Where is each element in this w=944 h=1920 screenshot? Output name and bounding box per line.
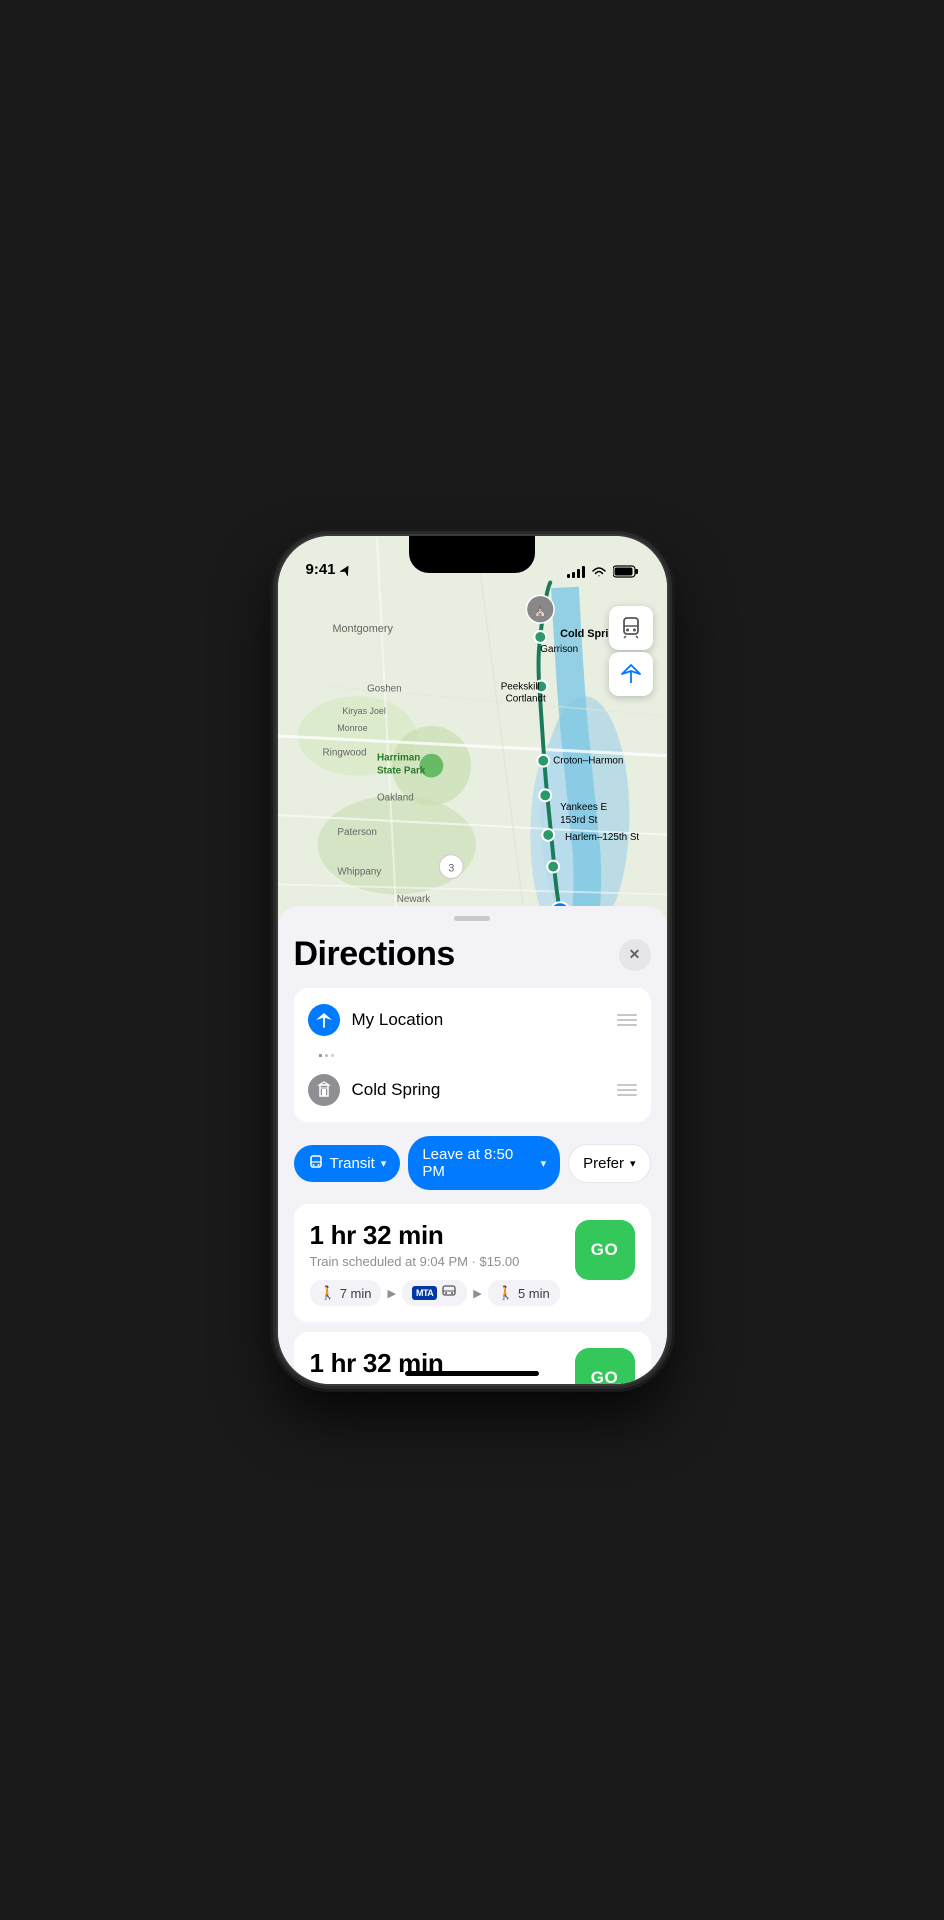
route-2-detail: Train scheduled at 9:47 PM · $15.00: [310, 1382, 520, 1384]
svg-text:Goshen: Goshen: [367, 683, 402, 694]
route-connector: [294, 1048, 651, 1062]
destination-icon: [308, 1074, 340, 1106]
route-card-2-top: 1 hr 32 min Train scheduled at 9:47 PM ·…: [310, 1348, 635, 1384]
sheet-header: Directions ✕: [294, 935, 651, 974]
svg-text:Oakland: Oakland: [376, 792, 413, 803]
train-step: MTA: [402, 1280, 467, 1306]
prefer-label: Prefer: [583, 1155, 624, 1172]
bottom-sheet: Directions ✕ My Location: [278, 906, 667, 1384]
svg-text:153rd St: 153rd St: [560, 815, 598, 826]
transit-chevron-icon: ▾: [381, 1157, 387, 1170]
svg-text:Yankees E: Yankees E: [560, 802, 607, 813]
location-arrow-icon: [620, 663, 642, 685]
battery-icon: [613, 565, 639, 578]
transit-mode-icon: [308, 1155, 324, 1171]
route-card-1-left: 1 hr 32 min Train scheduled at 9:04 PM ·…: [310, 1220, 520, 1279]
prefer-button[interactable]: Prefer ▾: [568, 1144, 650, 1183]
svg-text:State Park: State Park: [376, 766, 425, 777]
route-input-box: My Location: [294, 988, 651, 1122]
svg-text:Harriman: Harriman: [376, 753, 419, 764]
destination-handle[interactable]: [617, 1084, 637, 1096]
origin-label: My Location: [352, 1010, 605, 1030]
go-button-1[interactable]: GO: [575, 1220, 635, 1280]
mta-logo: MTA: [412, 1286, 437, 1300]
my-location-button[interactable]: [609, 652, 653, 696]
location-arrow-filled-icon: [315, 1011, 333, 1029]
signal-icon: [567, 566, 585, 578]
svg-text:Peekskill: Peekskill: [500, 681, 539, 692]
svg-text:3: 3: [448, 863, 454, 875]
destination-label: Cold Spring: [352, 1080, 605, 1100]
map-area[interactable]: Montgomery Goshen Ringwood Oakland Pater…: [278, 536, 667, 926]
route-card-2-left: 1 hr 32 min Train scheduled at 9:47 PM ·…: [310, 1348, 520, 1384]
departure-time-label: Leave at 8:50 PM: [422, 1146, 534, 1180]
transit-mode-label: Transit: [330, 1155, 375, 1172]
map-overlay-buttons: [609, 606, 653, 696]
route-card-1-top: 1 hr 32 min Train scheduled at 9:04 PM ·…: [310, 1220, 635, 1280]
route-1-duration: 1 hr 32 min: [310, 1220, 520, 1251]
wifi-icon: [591, 566, 607, 578]
directions-title: Directions: [294, 935, 455, 974]
svg-text:Paterson: Paterson: [337, 827, 377, 838]
go-button-2[interactable]: GO: [575, 1348, 635, 1384]
departure-time-button[interactable]: Leave at 8:50 PM ▾: [408, 1136, 560, 1190]
walk-step-1: 🚶 7 min: [310, 1280, 382, 1306]
step-arrow-2: ▶: [473, 1287, 481, 1300]
destination-row[interactable]: Cold Spring: [294, 1062, 651, 1118]
transit-mode-button[interactable]: Transit ▾: [294, 1145, 401, 1182]
svg-text:Garrison: Garrison: [540, 644, 578, 655]
svg-text:Kiryas Joel: Kiryas Joel: [342, 706, 386, 716]
time-label: 9:41: [306, 561, 336, 578]
svg-text:Montgomery: Montgomery: [332, 623, 393, 635]
svg-text:Cortlandt: Cortlandt: [505, 693, 545, 704]
train-icon: [619, 616, 643, 640]
notch: [409, 536, 535, 573]
status-right-icons: [567, 565, 639, 578]
close-button[interactable]: ✕: [619, 939, 651, 971]
svg-text:Whippany: Whippany: [337, 867, 381, 878]
svg-text:Newark: Newark: [396, 894, 430, 905]
route-card-1[interactable]: 1 hr 32 min Train scheduled at 9:04 PM ·…: [294, 1204, 651, 1322]
time-chevron-icon: ▾: [541, 1157, 547, 1170]
phone-frame: 9:41: [276, 534, 669, 1386]
svg-text:Croton–Harmon: Croton–Harmon: [553, 756, 623, 767]
origin-row[interactable]: My Location: [294, 992, 651, 1048]
svg-text:Harlem–125th St: Harlem–125th St: [565, 832, 639, 843]
origin-icon: [308, 1004, 340, 1036]
destination-building-icon: [315, 1081, 333, 1099]
route-1-detail: Train scheduled at 9:04 PM · $15.00: [310, 1254, 520, 1269]
walk-icon-2: 🚶: [498, 1285, 514, 1301]
route-card-2[interactable]: 1 hr 32 min Train scheduled at 9:47 PM ·…: [294, 1332, 651, 1384]
origin-handle[interactable]: [617, 1014, 637, 1026]
walk-icon-1: 🚶: [320, 1285, 336, 1301]
location-arrow-icon: [340, 564, 352, 576]
svg-text:Ringwood: Ringwood: [322, 748, 366, 759]
walk-step-2: 🚶 5 min: [488, 1280, 560, 1306]
map-svg: Montgomery Goshen Ringwood Oakland Pater…: [278, 536, 667, 926]
route-1-steps: 🚶 7 min ▶ MTA ▶ 🚶 5 min: [310, 1280, 635, 1306]
step-arrow-1: ▶: [387, 1287, 395, 1300]
prefer-chevron-icon: ▾: [630, 1157, 636, 1170]
filter-buttons-row: Transit ▾ Leave at 8:50 PM ▾ Prefer ▾: [294, 1136, 651, 1190]
train-step-icon: [441, 1285, 457, 1301]
sheet-drag-handle[interactable]: [454, 916, 490, 921]
transit-view-button[interactable]: [609, 606, 653, 650]
status-time: 9:41: [306, 561, 352, 578]
svg-text:Monroe: Monroe: [337, 723, 367, 733]
svg-text:⛪: ⛪: [534, 604, 546, 617]
home-indicator[interactable]: [405, 1371, 539, 1376]
